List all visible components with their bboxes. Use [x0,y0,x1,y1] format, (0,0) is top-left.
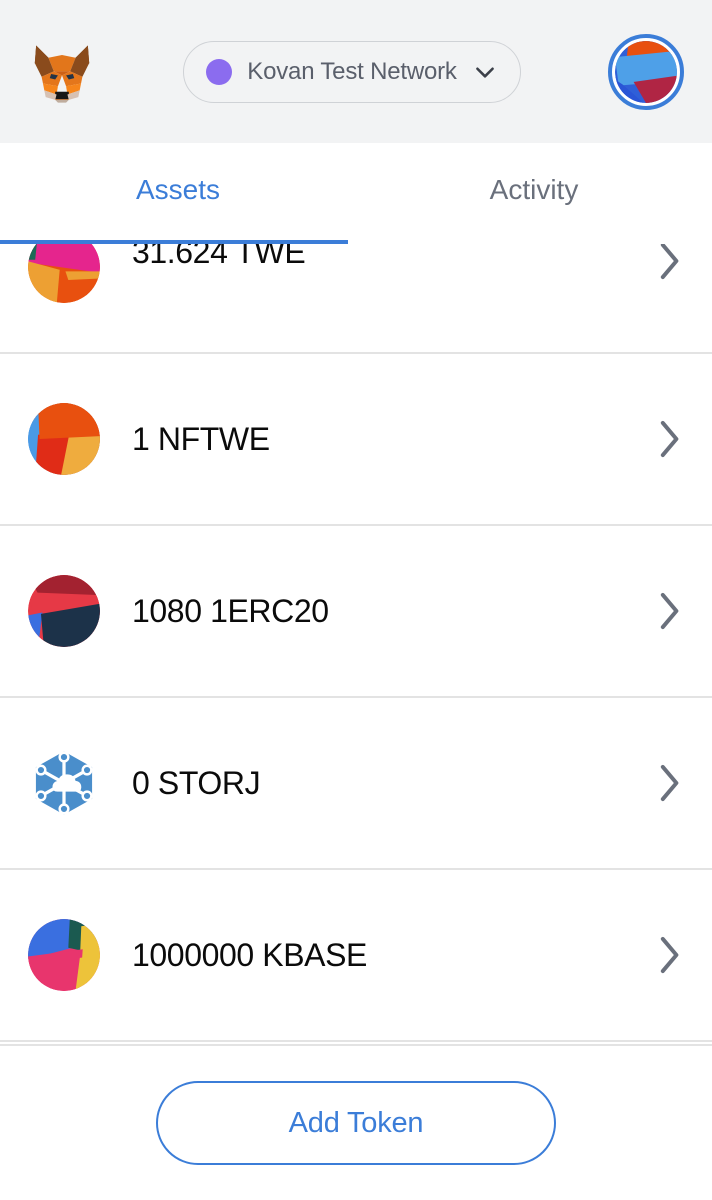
token-identicon-twe-icon [28,244,100,303]
tab-assets[interactable]: Assets [0,143,356,244]
token-label-nftwe: 1 NFTWE [132,420,270,457]
chevron-right-icon [660,420,679,458]
token-list-item-1erc20[interactable]: 1080 1ERC20 [0,526,712,698]
token-label-1erc20: 1080 1ERC20 [132,592,329,629]
token-list-item-nftwe[interactable]: 1 NFTWE [0,354,712,526]
tab-activity[interactable]: Activity [356,143,712,244]
token-identicon-1erc20-icon [28,575,100,647]
token-identicon-nftwe-icon [28,403,100,475]
token-list-item-kbase[interactable]: 1000000 KBASE [0,870,712,1042]
add-token-button[interactable]: Add Token [156,1081,556,1165]
tab-assets-label: Assets [135,173,221,205]
token-label-kbase: 1000000 KBASE [132,936,367,973]
chevron-right-icon [660,764,679,802]
token-label-twe: 31.624 TWE [132,244,306,270]
network-status-dot [206,58,232,85]
token-label-storj: 0 STORJ [132,764,261,801]
token-logo-storj-icon [35,751,93,815]
metamask-fox-icon [34,44,90,103]
active-tab-indicator [0,240,348,244]
account-avatar[interactable] [608,33,684,110]
metamask-popup: Kovan Test Network Assets Activity 31.62… [0,0,712,1200]
wallet-tabs: Assets Activity [0,143,712,244]
network-name-label: Kovan Test Network [247,57,457,85]
chevron-down-icon [476,66,494,78]
chevron-right-icon [660,936,679,974]
app-header: Kovan Test Network [0,0,712,143]
network-selector[interactable]: Kovan Test Network [183,40,521,103]
account-identicon-avatar-icon [615,40,677,103]
tab-activity-label: Activity [489,173,579,205]
token-list: 31.624 TWE 1 NFTWE 1080 1ERC20 0 STORJ 1… [0,244,712,1044]
token-list-item-storj[interactable]: 0 STORJ [0,698,712,870]
token-identicon-kbase-icon [28,919,100,991]
token-list-footer: Add Token [0,1044,712,1200]
token-list-item-twe[interactable]: 31.624 TWE [0,244,712,354]
chevron-right-icon [660,244,679,280]
chevron-right-icon [660,592,679,630]
